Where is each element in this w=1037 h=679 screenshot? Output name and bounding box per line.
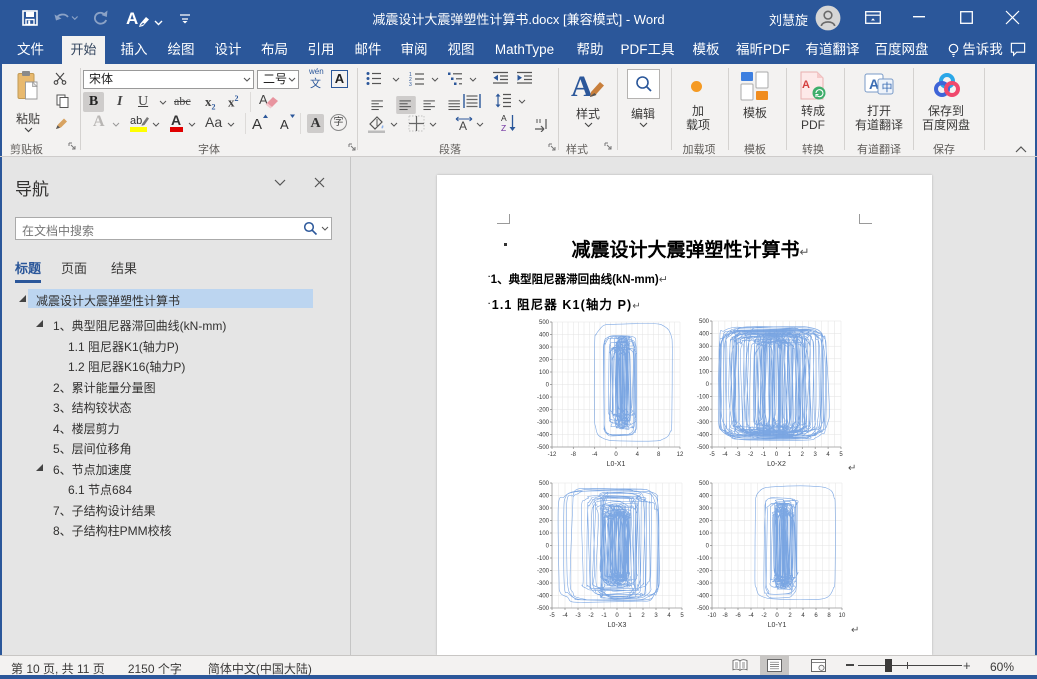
svg-text:200: 200: [699, 519, 710, 525]
svg-text:400: 400: [699, 332, 710, 338]
svg-text:300: 300: [539, 506, 550, 512]
svg-text:-8: -8: [571, 452, 577, 458]
svg-text:-400: -400: [537, 594, 550, 600]
svg-text:-200: -200: [537, 408, 550, 414]
svg-text:100: 100: [539, 370, 550, 376]
svg-text:-4: -4: [748, 613, 754, 619]
svg-text:L0-X2: L0-X2: [767, 461, 786, 468]
svg-text:-100: -100: [697, 395, 710, 401]
svg-text:-200: -200: [537, 569, 550, 575]
svg-text:-2: -2: [761, 613, 767, 619]
svg-text:-400: -400: [697, 594, 710, 600]
svg-text:A: A: [459, 119, 467, 133]
svg-text:-2: -2: [748, 452, 754, 458]
svg-text:4: 4: [636, 452, 640, 458]
svg-text:400: 400: [539, 494, 550, 500]
svg-text:-10: -10: [708, 613, 717, 619]
svg-text:-300: -300: [697, 420, 710, 426]
svg-text:ab: ab: [130, 115, 142, 127]
svg-text:500: 500: [699, 319, 710, 325]
svg-text:3: 3: [409, 82, 412, 86]
svg-text:0: 0: [706, 382, 710, 388]
svg-text:3: 3: [814, 452, 818, 458]
svg-text:400: 400: [699, 494, 710, 500]
svg-text:-200: -200: [697, 569, 710, 575]
svg-text:A: A: [252, 116, 262, 133]
svg-text:200: 200: [539, 358, 550, 364]
svg-text:-300: -300: [537, 581, 550, 587]
svg-text:A: A: [280, 117, 289, 132]
svg-text:12: 12: [677, 452, 684, 458]
svg-text:0: 0: [546, 544, 550, 550]
svg-text:-8: -8: [722, 613, 728, 619]
svg-text:400: 400: [539, 333, 550, 339]
svg-text:L0-X1: L0-X1: [607, 461, 626, 468]
svg-text:A: A: [571, 70, 593, 100]
svg-text:-500: -500: [697, 445, 710, 451]
svg-text:6: 6: [814, 613, 818, 619]
svg-text:100: 100: [539, 531, 550, 537]
svg-text:0: 0: [775, 452, 779, 458]
svg-text:4: 4: [667, 613, 671, 619]
svg-text:-100: -100: [697, 556, 710, 562]
svg-text:-300: -300: [537, 420, 550, 426]
svg-text:-100: -100: [537, 556, 550, 562]
svg-text:5: 5: [839, 452, 843, 458]
svg-text:500: 500: [539, 481, 550, 487]
svg-text:300: 300: [699, 506, 710, 512]
svg-text:300: 300: [539, 345, 550, 351]
svg-text:中: 中: [882, 81, 893, 94]
svg-text:0: 0: [614, 452, 618, 458]
svg-text:-400: -400: [537, 433, 550, 439]
svg-text:0: 0: [615, 613, 619, 619]
svg-text:L0-X3: L0-X3: [608, 622, 627, 629]
svg-text:A: A: [501, 113, 507, 123]
svg-text:-5: -5: [549, 613, 555, 619]
svg-text:-4: -4: [722, 452, 728, 458]
svg-text:-6: -6: [735, 613, 741, 619]
svg-text:-2: -2: [588, 613, 594, 619]
svg-text:100: 100: [699, 531, 710, 537]
svg-text:-400: -400: [697, 432, 710, 438]
svg-text:4: 4: [826, 452, 830, 458]
svg-text:-500: -500: [537, 606, 550, 612]
svg-text:-12: -12: [548, 452, 557, 458]
svg-text:8: 8: [657, 452, 661, 458]
svg-text:200: 200: [699, 357, 710, 363]
svg-text:2: 2: [788, 613, 792, 619]
svg-text:-4: -4: [592, 452, 598, 458]
svg-text:-3: -3: [735, 452, 741, 458]
svg-text:Z: Z: [501, 123, 506, 132]
svg-text:-200: -200: [697, 407, 710, 413]
svg-text:A: A: [802, 79, 810, 91]
svg-text:8: 8: [827, 613, 831, 619]
svg-text:1: 1: [628, 613, 632, 619]
svg-text:500: 500: [699, 481, 710, 487]
svg-text:-500: -500: [537, 445, 550, 451]
svg-text:300: 300: [699, 344, 710, 350]
svg-text:0: 0: [775, 613, 779, 619]
svg-text:-5: -5: [709, 452, 715, 458]
svg-text:500: 500: [539, 320, 550, 326]
svg-text:100: 100: [699, 369, 710, 375]
svg-text:3: 3: [654, 613, 658, 619]
svg-text:-3: -3: [575, 613, 581, 619]
svg-text:-300: -300: [697, 581, 710, 587]
svg-text:10: 10: [839, 613, 846, 619]
svg-text:0: 0: [706, 544, 710, 550]
svg-text:-100: -100: [537, 395, 550, 401]
svg-text:0: 0: [546, 383, 550, 389]
svg-text:200: 200: [539, 519, 550, 525]
svg-text:5: 5: [680, 613, 684, 619]
svg-text:A: A: [171, 113, 181, 128]
svg-text:-500: -500: [697, 606, 710, 612]
svg-text:1: 1: [788, 452, 792, 458]
svg-text:-1: -1: [601, 613, 607, 619]
svg-text:2: 2: [801, 452, 805, 458]
svg-text:-4: -4: [562, 613, 568, 619]
svg-text:-1: -1: [761, 452, 767, 458]
svg-text:2: 2: [641, 613, 645, 619]
svg-text:4: 4: [801, 613, 805, 619]
svg-text:L0-Y1: L0-Y1: [768, 622, 787, 629]
